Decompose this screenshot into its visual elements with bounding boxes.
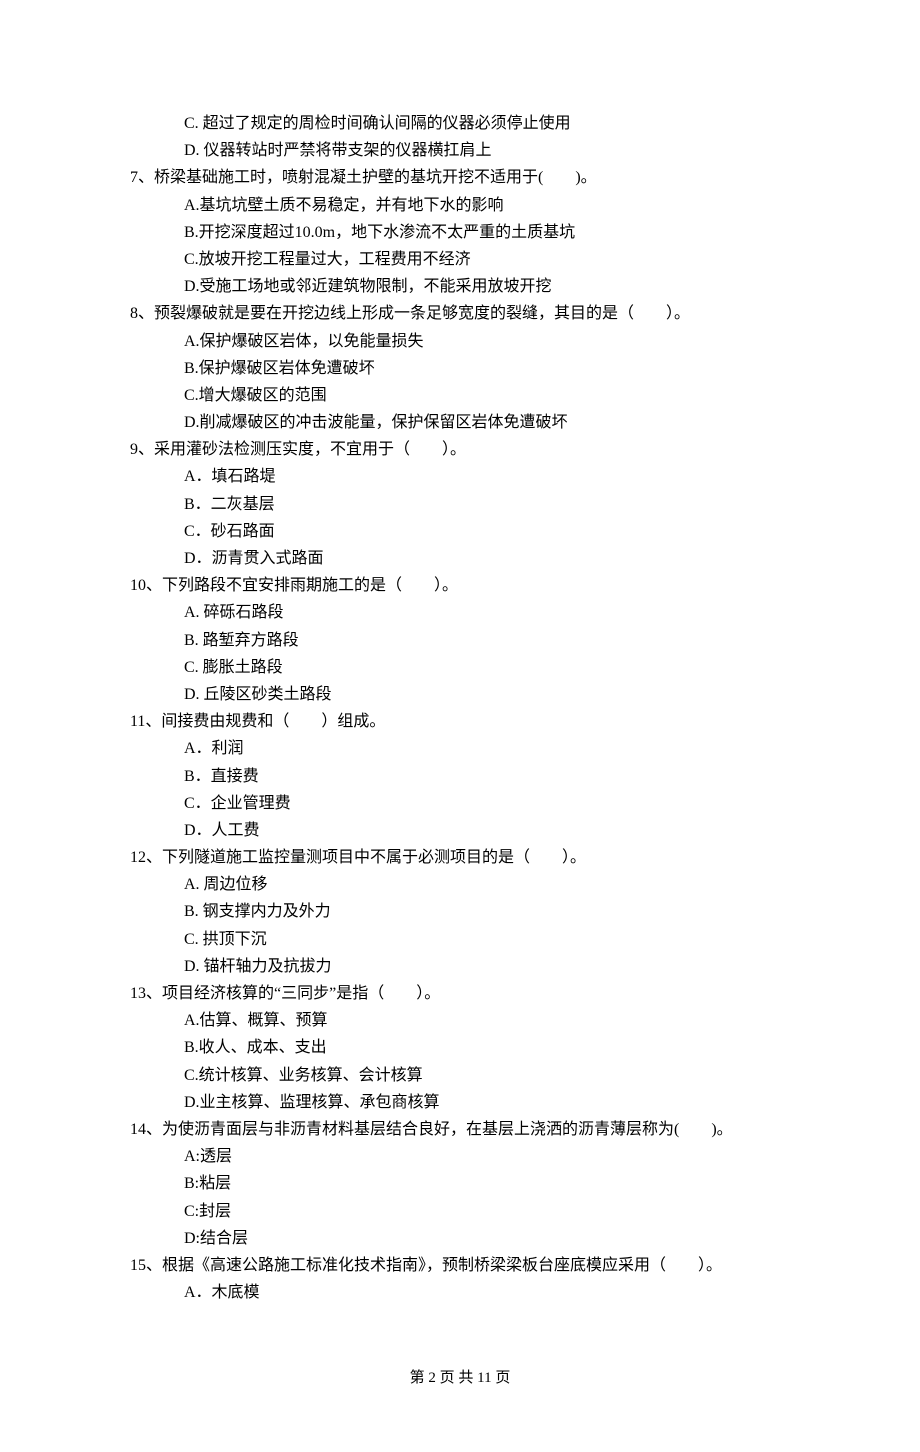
option-a: A:透层 xyxy=(130,1143,790,1170)
option-b: B.保护爆破区岩体免遭破坏 xyxy=(130,355,790,382)
question-7: 7、桥梁基础施工时，喷射混凝土护壁的基坑开挖不适用于( )。 A.基坑坑壁土质不… xyxy=(130,164,790,300)
option-d: D．人工费 xyxy=(130,817,790,844)
option-c: C.统计核算、业务核算、会计核算 xyxy=(130,1062,790,1089)
option-a: A．填石路堤 xyxy=(130,463,790,490)
option-d: D.业主核算、监理核算、承包商核算 xyxy=(130,1089,790,1116)
option-a: A.估算、概算、预算 xyxy=(130,1007,790,1034)
option-c: C．砂石路面 xyxy=(130,518,790,545)
question-10: 10、下列路段不宜安排雨期施工的是（ ）。 A. 碎砾石路段 B. 路堑弃方路段… xyxy=(130,572,790,708)
question-12: 12、下列隧道施工监控量测项目中不属于必测项目的是（ ）。 A. 周边位移 B.… xyxy=(130,844,790,980)
question-stem: 14、为使沥青面层与非沥青材料基层结合良好，在基层上浇洒的沥青薄层称为( )。 xyxy=(130,1116,790,1143)
option-b: B．二灰基层 xyxy=(130,491,790,518)
question-stem: 15、根据《高速公路施工标准化技术指南》，预制桥梁梁板台座底模应采用（ ）。 xyxy=(130,1252,790,1279)
question-stem: 12、下列隧道施工监控量测项目中不属于必测项目的是（ ）。 xyxy=(130,844,790,871)
option-b: B. 钢支撑内力及外力 xyxy=(130,898,790,925)
question-stem: 8、预裂爆破就是要在开挖边线上形成一条足够宽度的裂缝，其目的是（ ）。 xyxy=(130,300,790,327)
option-d: D. 丘陵区砂类土路段 xyxy=(130,681,790,708)
option-d: D．沥青贯入式路面 xyxy=(130,545,790,572)
option-c: C．企业管理费 xyxy=(130,790,790,817)
option-b: B. 路堑弃方路段 xyxy=(130,627,790,654)
option-b: B.收人、成本、支出 xyxy=(130,1034,790,1061)
option-d: D.受施工场地或邻近建筑物限制，不能采用放坡开挖 xyxy=(130,273,790,300)
question-stem: 10、下列路段不宜安排雨期施工的是（ ）。 xyxy=(130,572,790,599)
option-a: A．木底模 xyxy=(130,1279,790,1306)
question-8: 8、预裂爆破就是要在开挖边线上形成一条足够宽度的裂缝，其目的是（ ）。 A.保护… xyxy=(130,300,790,436)
option-a: A. 碎砾石路段 xyxy=(130,599,790,626)
option-a: A.基坑坑壁土质不易稳定，并有地下水的影响 xyxy=(130,192,790,219)
question-11: 11、间接费由规费和（ ）组成。 A．利润 B．直接费 C．企业管理费 D．人工… xyxy=(130,708,790,844)
page-footer: 第 2 页 共 11 页 xyxy=(130,1366,790,1392)
document-page: C. 超过了规定的周检时间确认间隔的仪器必须停止使用 D. 仪器转站时严禁将带支… xyxy=(0,0,920,1452)
option-d: D.削减爆破区的冲击波能量，保护保留区岩体免遭破坏 xyxy=(130,409,790,436)
option-b: B．直接费 xyxy=(130,763,790,790)
option-a: A. 周边位移 xyxy=(130,871,790,898)
option-c: C:封层 xyxy=(130,1198,790,1225)
option-d: D. 锚杆轴力及抗拔力 xyxy=(130,953,790,980)
option-a: A．利润 xyxy=(130,735,790,762)
option-c: C.放坡开挖工程量过大，工程费用不经济 xyxy=(130,246,790,273)
option-c: C. 拱顶下沉 xyxy=(130,926,790,953)
option-c: C. 超过了规定的周检时间确认间隔的仪器必须停止使用 xyxy=(130,110,790,137)
option-a: A.保护爆破区岩体，以免能量损失 xyxy=(130,328,790,355)
question-stem: 11、间接费由规费和（ ）组成。 xyxy=(130,708,790,735)
question-stem: 9、采用灌砂法检测压实度，不宜用于（ ）。 xyxy=(130,436,790,463)
question-15: 15、根据《高速公路施工标准化技术指南》，预制桥梁梁板台座底模应采用（ ）。 A… xyxy=(130,1252,790,1306)
question-stem: 7、桥梁基础施工时，喷射混凝土护壁的基坑开挖不适用于( )。 xyxy=(130,164,790,191)
option-b: B:粘层 xyxy=(130,1170,790,1197)
question-stem: 13、项目经济核算的“三同步”是指（ ）。 xyxy=(130,980,790,1007)
option-c: C. 膨胀土路段 xyxy=(130,654,790,681)
option-c: C.增大爆破区的范围 xyxy=(130,382,790,409)
pre-option-block: C. 超过了规定的周检时间确认间隔的仪器必须停止使用 D. 仪器转站时严禁将带支… xyxy=(130,110,790,164)
question-9: 9、采用灌砂法检测压实度，不宜用于（ ）。 A．填石路堤 B．二灰基层 C．砂石… xyxy=(130,436,790,572)
option-d: D:结合层 xyxy=(130,1225,790,1252)
question-13: 13、项目经济核算的“三同步”是指（ ）。 A.估算、概算、预算 B.收人、成本… xyxy=(130,980,790,1116)
option-d: D. 仪器转站时严禁将带支架的仪器横扛肩上 xyxy=(130,137,790,164)
option-b: B.开挖深度超过10.0m，地下水渗流不太严重的土质基坑 xyxy=(130,219,790,246)
question-14: 14、为使沥青面层与非沥青材料基层结合良好，在基层上浇洒的沥青薄层称为( )。 … xyxy=(130,1116,790,1252)
